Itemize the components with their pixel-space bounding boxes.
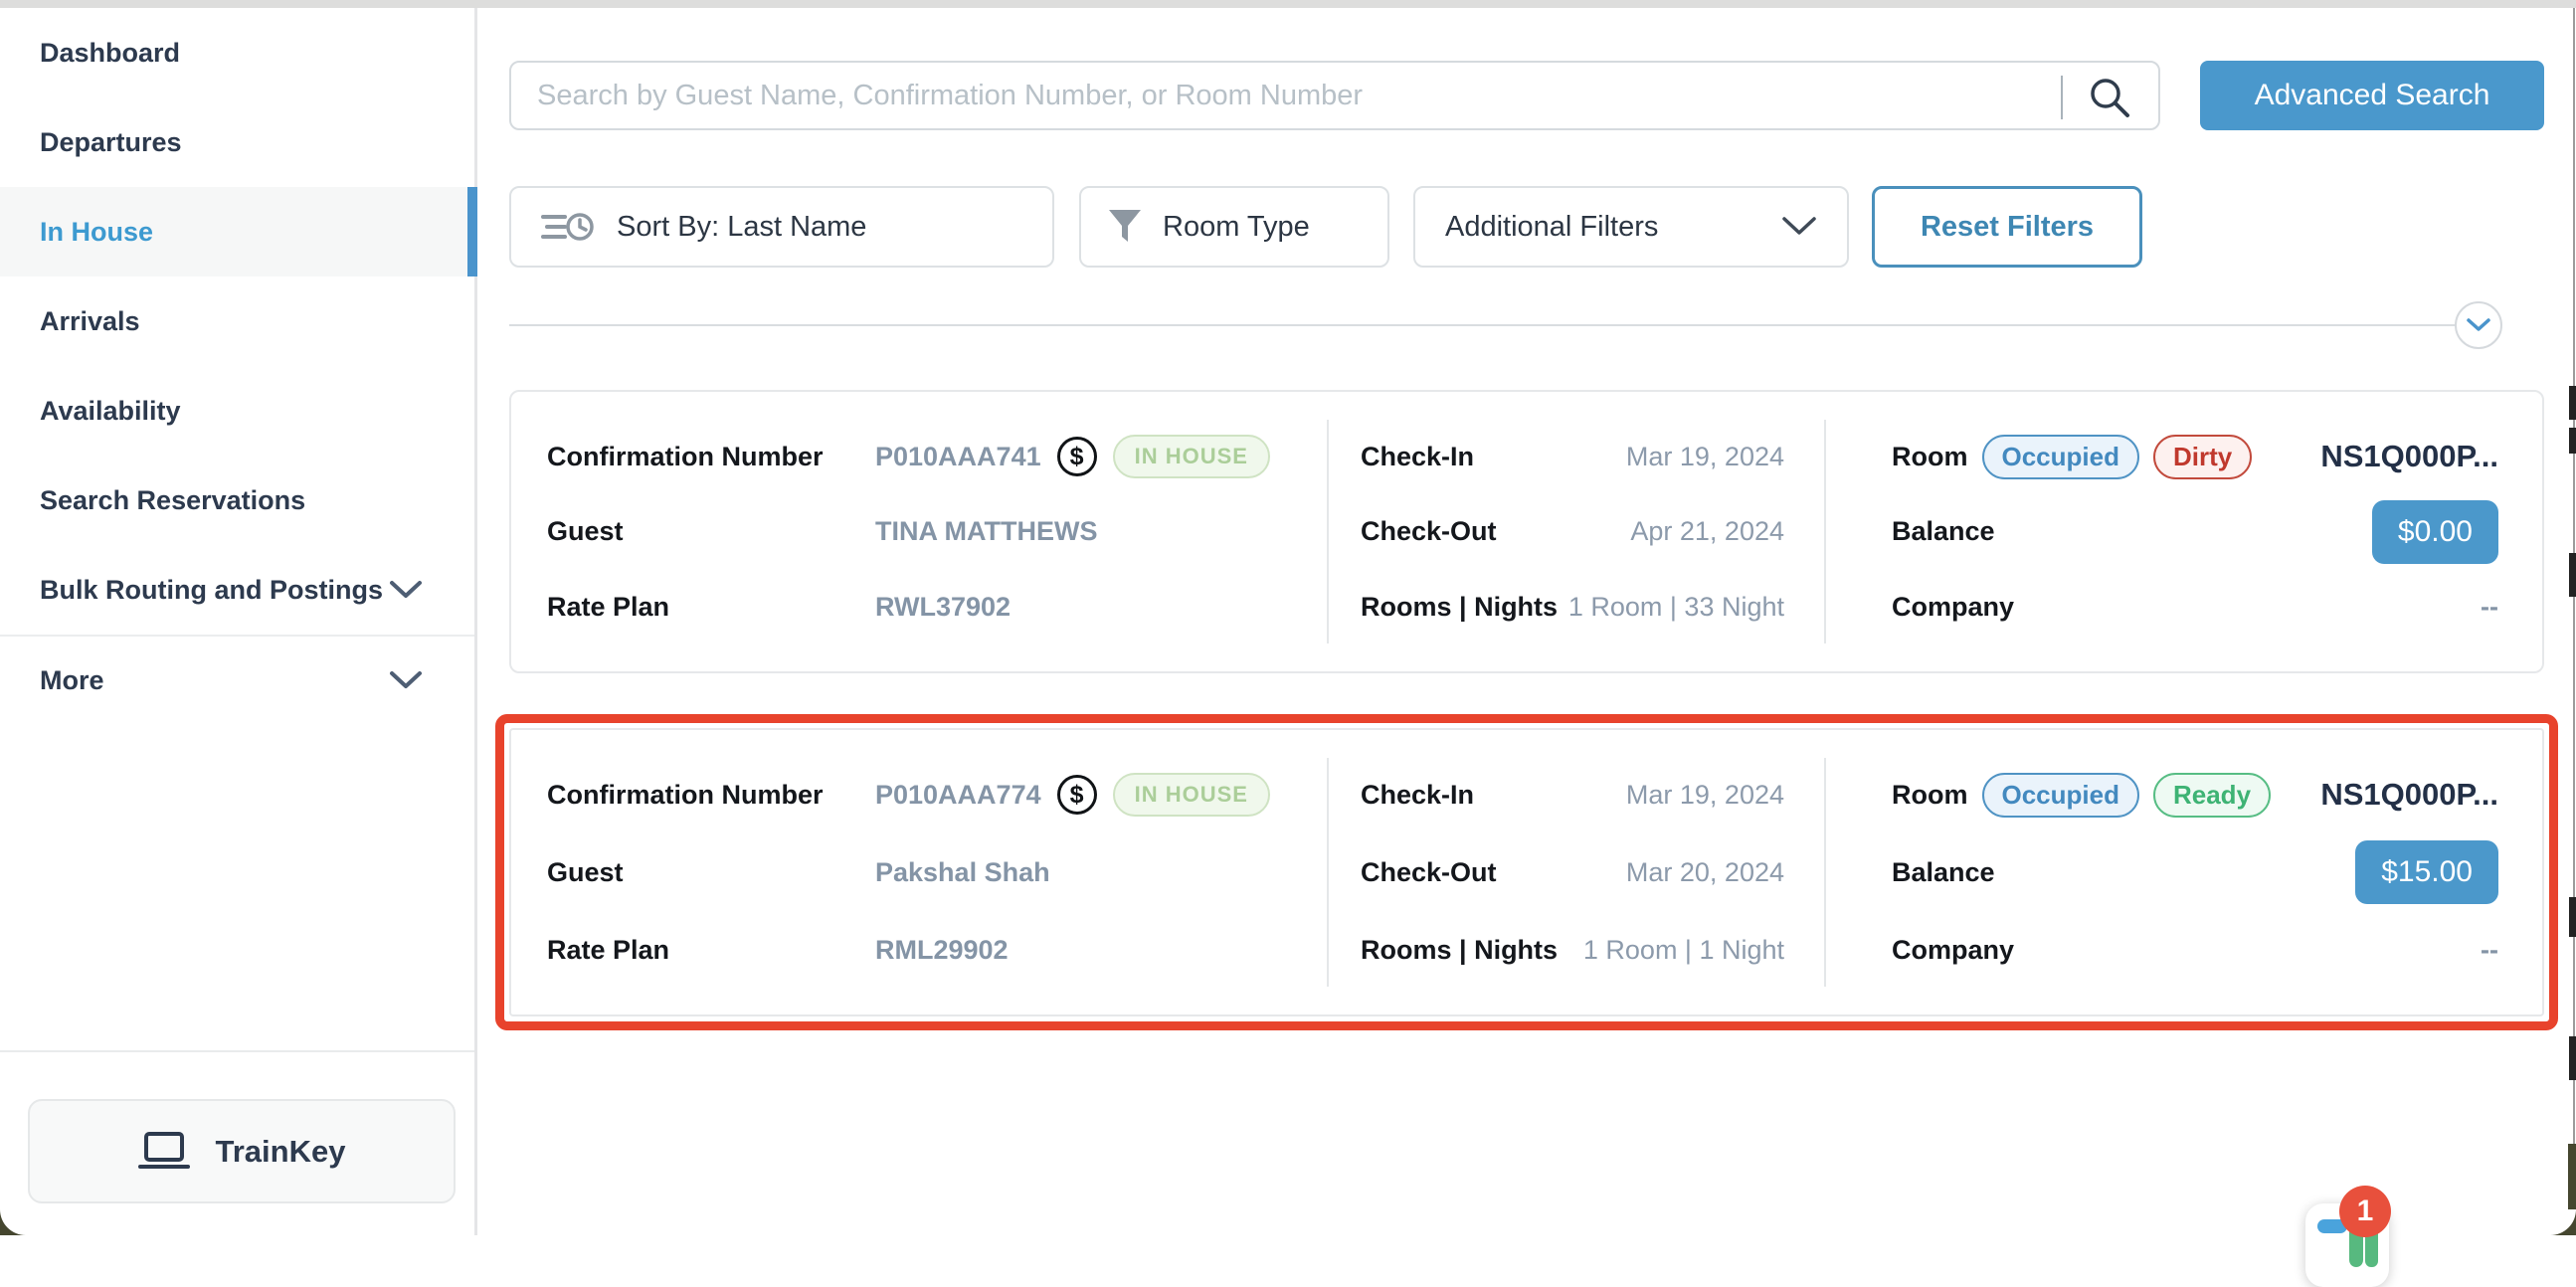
reset-filters-button[interactable]: Reset Filters — [1872, 186, 2142, 268]
confirmation-label: Confirmation Number — [547, 780, 875, 811]
guest-name: TINA MATTHEWS — [875, 516, 1097, 547]
housekeeping-badge: Ready — [2153, 773, 2271, 818]
dollar-icon[interactable]: $ — [1057, 437, 1097, 476]
rooms-nights-label: Rooms | Nights — [1361, 935, 1558, 966]
sort-by-label: Sort By: Last Name — [617, 211, 866, 244]
advanced-search-button[interactable]: Advanced Search — [2200, 61, 2544, 130]
guest-label: Guest — [547, 516, 875, 547]
filter-funnel-icon — [1107, 208, 1143, 246]
balance-button[interactable]: $15.00 — [2355, 840, 2498, 904]
window-corner — [2546, 1209, 2576, 1235]
dollar-icon[interactable]: $ — [1057, 775, 1097, 815]
reset-filters-label: Reset Filters — [1921, 211, 2094, 244]
checkin-date: Mar 19, 2024 — [1626, 442, 1784, 472]
additional-filters-button[interactable]: Additional Filters — [1413, 186, 1849, 268]
sidebar-item-arrivals[interactable]: Arrivals — [0, 276, 474, 366]
company-value: -- — [2481, 935, 2498, 966]
confirmation-number: P010AAA741 — [875, 442, 1041, 472]
sidebar-item-in-house[interactable]: In House — [0, 187, 474, 276]
room-label: Room — [1892, 442, 1968, 472]
company-label: Company — [1892, 592, 2014, 623]
rooms-nights-label: Rooms | Nights — [1361, 592, 1558, 623]
sidebar-item-dashboard[interactable]: Dashboard — [0, 8, 474, 97]
room-number: NS1Q000P... — [2320, 439, 2498, 474]
room-type-label: Room Type — [1163, 211, 1310, 244]
occupancy-badge: Occupied — [1982, 773, 2139, 818]
chevron-down-icon — [2466, 317, 2491, 333]
sidebar-item-label: Departures — [40, 127, 182, 158]
confirmation-label: Confirmation Number — [547, 442, 875, 472]
edge-artifact — [2569, 897, 2576, 937]
sidebar: Dashboard Departures In House Arrivals A… — [0, 8, 477, 1235]
room-label: Room — [1892, 780, 1968, 811]
sidebar-item-label: Bulk Routing and Postings — [40, 575, 383, 606]
checkout-date: Apr 21, 2024 — [1630, 516, 1784, 547]
company-value: -- — [2481, 592, 2498, 623]
rate-plan-value: RWL37902 — [875, 592, 1011, 623]
housekeeping-badge: Dirty — [2153, 435, 2252, 479]
laptop-icon — [138, 1131, 190, 1173]
checkin-label: Check-In — [1361, 442, 1474, 472]
sidebar-item-availability[interactable]: Availability — [0, 366, 474, 456]
sidebar-item-label: More — [40, 665, 104, 696]
rate-plan-value: RML29902 — [875, 935, 1009, 966]
occupancy-badge: Occupied — [1982, 435, 2139, 479]
checkin-label: Check-In — [1361, 780, 1474, 811]
edge-artifact — [2569, 386, 2576, 420]
sidebar-item-search-reservations[interactable]: Search Reservations — [0, 456, 474, 545]
reservation-card[interactable]: Confirmation Number P010AAA741 $ IN HOUS… — [509, 390, 2544, 673]
sidebar-item-departures[interactable]: Departures — [0, 97, 474, 187]
status-badge: IN HOUSE — [1113, 435, 1270, 478]
rate-plan-label: Rate Plan — [547, 592, 875, 623]
room-type-filter-button[interactable]: Room Type — [1079, 186, 1389, 268]
edge-artifact — [2569, 1036, 2576, 1080]
sidebar-divider — [0, 1050, 474, 1052]
sidebar-item-label: Availability — [40, 396, 181, 427]
rooms-nights-value: 1 Room | 1 Night — [1583, 935, 1784, 966]
checkout-label: Check-Out — [1361, 516, 1497, 547]
edge-artifact — [2569, 553, 2576, 597]
checkin-date: Mar 19, 2024 — [1626, 780, 1784, 811]
sort-icon — [539, 205, 595, 249]
search-icon[interactable] — [2087, 75, 2132, 120]
section-divider — [509, 324, 2457, 326]
room-number: NS1Q000P... — [2320, 777, 2498, 813]
window-corner — [0, 1209, 30, 1235]
collapse-toggle[interactable] — [2455, 301, 2502, 349]
checkout-label: Check-Out — [1361, 857, 1497, 888]
company-label: Company — [1892, 935, 2014, 966]
guest-label: Guest — [547, 857, 875, 888]
status-badge: IN HOUSE — [1113, 773, 1270, 817]
rate-plan-label: Rate Plan — [547, 935, 875, 966]
notification-badge: 1 — [2339, 1186, 2391, 1237]
sort-by-button[interactable]: Sort By: Last Name — [509, 186, 1054, 268]
checkout-date: Mar 20, 2024 — [1626, 857, 1784, 888]
sidebar-item-label: Dashboard — [40, 38, 180, 69]
balance-label: Balance — [1892, 857, 1995, 888]
rooms-nights-value: 1 Room | 33 Night — [1568, 592, 1784, 623]
sidebar-item-label: Arrivals — [40, 306, 140, 337]
search-box — [509, 61, 2160, 130]
guest-name: Pakshal Shah — [875, 857, 1050, 888]
balance-label: Balance — [1892, 516, 1995, 547]
balance-button[interactable]: $0.00 — [2372, 500, 2498, 564]
trainkey-button[interactable]: TrainKey — [28, 1099, 456, 1203]
trainkey-label: TrainKey — [216, 1134, 346, 1170]
chevron-down-icon — [389, 670, 423, 690]
chevron-down-icon — [389, 580, 423, 600]
chevron-down-icon — [1781, 216, 1817, 238]
search-input[interactable] — [511, 63, 2158, 128]
confirmation-number: P010AAA774 — [875, 780, 1041, 811]
sidebar-item-label: In House — [40, 217, 153, 248]
sidebar-item-bulk-routing[interactable]: Bulk Routing and Postings — [0, 545, 474, 635]
edge-artifact — [2569, 428, 2576, 454]
search-divider — [2061, 76, 2063, 119]
browser-chrome-edge — [0, 0, 2576, 8]
highlight-outline: Confirmation Number P010AAA774 $ IN HOUS… — [495, 714, 2558, 1030]
sidebar-item-more[interactable]: More — [0, 635, 474, 724]
additional-filters-label: Additional Filters — [1445, 211, 1658, 244]
sidebar-item-label: Search Reservations — [40, 485, 305, 516]
reservation-card[interactable]: Confirmation Number P010AAA774 $ IN HOUS… — [509, 728, 2544, 1016]
